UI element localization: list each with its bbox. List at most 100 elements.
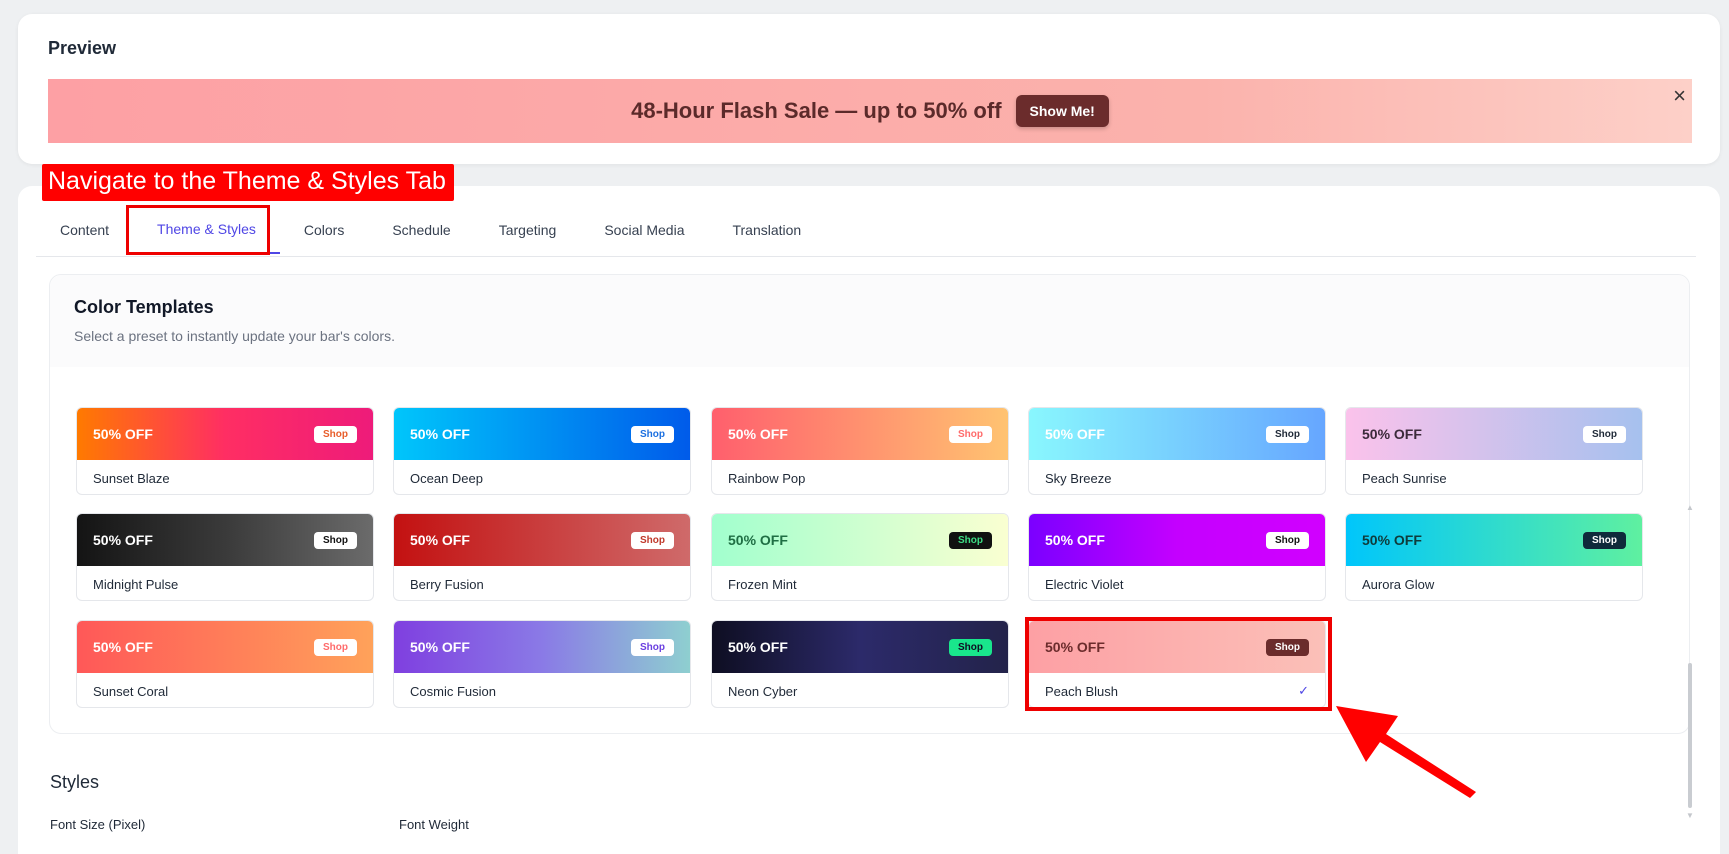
template-name-row: Neon Cyber xyxy=(712,673,1008,707)
template-name-row: Cosmic Fusion xyxy=(394,673,690,707)
template-badge-text: 50% OFF xyxy=(93,532,153,548)
tab-translation[interactable]: Translation xyxy=(708,206,825,254)
tab-divider xyxy=(36,256,1696,257)
template-swatch: 50% OFF Shop xyxy=(394,514,690,566)
template-name: Ocean Deep xyxy=(410,470,483,486)
template-swatch: 50% OFF Shop xyxy=(1346,408,1642,460)
template-card[interactable]: 50% OFF Shop Peach Sunrise xyxy=(1345,407,1643,495)
template-badge-text: 50% OFF xyxy=(1045,532,1105,548)
announcement-bar-preview: 48-Hour Flash Sale — up to 50% off Show … xyxy=(48,79,1692,143)
show-me-button[interactable]: Show Me! xyxy=(1015,95,1109,127)
template-swatch: 50% OFF Shop xyxy=(1029,408,1325,460)
template-name-row: Sunset Coral xyxy=(77,673,373,707)
scrollbar-thumb[interactable] xyxy=(1688,663,1692,808)
template-name-row: Ocean Deep xyxy=(394,460,690,494)
template-swatch: 50% OFF Shop xyxy=(1346,514,1642,566)
template-shop-button: Shop xyxy=(314,638,357,656)
tab-social-media[interactable]: Social Media xyxy=(580,206,708,254)
template-name: Electric Violet xyxy=(1045,576,1124,592)
template-name: Sky Breeze xyxy=(1045,470,1112,486)
template-badge-text: 50% OFF xyxy=(410,639,470,655)
announcement-text: 48-Hour Flash Sale — up to 50% off xyxy=(631,98,1002,123)
template-name: Sunset Blaze xyxy=(93,470,170,486)
template-badge-text: 50% OFF xyxy=(728,426,788,442)
template-swatch: 50% OFF Shop xyxy=(77,408,373,460)
template-name: Midnight Pulse xyxy=(93,576,179,592)
annotation-arrow-icon xyxy=(1336,706,1476,798)
template-shop-button: Shop xyxy=(631,531,674,549)
template-name: Peach Sunrise xyxy=(1362,470,1447,486)
annotation-label: Navigate to the Theme & Styles Tab xyxy=(42,164,454,201)
template-name-row: Peach Sunrise xyxy=(1346,460,1642,494)
font-weight-label: Font Weight xyxy=(399,817,469,832)
template-name: Sunset Coral xyxy=(93,683,169,699)
template-swatch: 50% OFF Shop xyxy=(394,621,690,673)
template-name-row: Aurora Glow xyxy=(1346,566,1642,600)
template-badge-text: 50% OFF xyxy=(728,639,788,655)
template-shop-button: Shop xyxy=(1266,531,1309,549)
styles-section-title: Styles xyxy=(50,772,100,792)
template-card[interactable]: 50% OFF Shop Aurora Glow xyxy=(1345,513,1643,601)
template-name-row: Rainbow Pop xyxy=(712,460,1008,494)
color-templates-subtitle: Select a preset to instantly update your… xyxy=(74,328,395,344)
template-shop-button: Shop xyxy=(314,425,357,443)
font-size-label: Font Size (Pixel) xyxy=(50,817,146,832)
template-card[interactable]: 50% OFF Shop Neon Cyber xyxy=(711,620,1009,708)
template-swatch: 50% OFF Shop xyxy=(712,514,1008,566)
annotation-highlight-tab xyxy=(126,205,270,255)
tab-schedule[interactable]: Schedule xyxy=(368,206,474,254)
close-icon[interactable]: × xyxy=(1673,83,1686,109)
template-shop-button: Shop xyxy=(631,425,674,443)
template-name: Frozen Mint xyxy=(728,576,797,592)
template-badge-text: 50% OFF xyxy=(410,426,470,442)
scroll-down-icon[interactable]: ▼ xyxy=(1686,811,1694,820)
template-badge-text: 50% OFF xyxy=(1362,426,1422,442)
template-shop-button: Shop xyxy=(949,638,992,656)
color-templates-header: Color Templates Select a preset to insta… xyxy=(50,275,1689,367)
template-swatch: 50% OFF Shop xyxy=(394,408,690,460)
template-badge-text: 50% OFF xyxy=(728,532,788,548)
template-card[interactable]: 50% OFF Shop Rainbow Pop xyxy=(711,407,1009,495)
template-swatch: 50% OFF Shop xyxy=(77,514,373,566)
template-card[interactable]: 50% OFF Shop Cosmic Fusion xyxy=(393,620,691,708)
tab-content[interactable]: Content xyxy=(36,206,133,254)
template-name-row: Berry Fusion xyxy=(394,566,690,600)
preview-card: Preview 48-Hour Flash Sale — up to 50% o… xyxy=(18,14,1720,164)
template-shop-button: Shop xyxy=(1583,531,1626,549)
templates-scrollbar[interactable]: ▲ ▼ xyxy=(1686,503,1694,820)
preview-title: Preview xyxy=(48,38,117,58)
tab-colors[interactable]: Colors xyxy=(280,206,368,254)
template-card[interactable]: 50% OFF Shop Berry Fusion xyxy=(393,513,691,601)
template-shop-button: Shop xyxy=(314,531,357,549)
template-name-row: Sunset Blaze xyxy=(77,460,373,494)
template-name-row: Electric Violet xyxy=(1029,566,1325,600)
scroll-up-icon[interactable]: ▲ xyxy=(1686,503,1694,512)
template-card[interactable]: 50% OFF Shop Midnight Pulse xyxy=(76,513,374,601)
template-shop-button: Shop xyxy=(949,531,992,549)
template-name: Neon Cyber xyxy=(728,683,798,699)
template-card[interactable]: 50% OFF Shop Electric Violet xyxy=(1028,513,1326,601)
tab-targeting[interactable]: Targeting xyxy=(475,206,581,254)
template-name: Berry Fusion xyxy=(410,576,484,592)
template-card[interactable]: 50% OFF Shop Frozen Mint xyxy=(711,513,1009,601)
template-badge-text: 50% OFF xyxy=(93,426,153,442)
template-name-row: Midnight Pulse xyxy=(77,566,373,600)
template-name: Cosmic Fusion xyxy=(410,683,496,699)
template-badge-text: 50% OFF xyxy=(1045,426,1105,442)
template-name: Rainbow Pop xyxy=(728,470,806,486)
color-templates-title: Color Templates xyxy=(74,297,214,317)
template-card[interactable]: 50% OFF Shop Ocean Deep xyxy=(393,407,691,495)
template-swatch: 50% OFF Shop xyxy=(77,621,373,673)
template-badge-text: 50% OFF xyxy=(1362,532,1422,548)
template-card[interactable]: 50% OFF Shop Sky Breeze xyxy=(1028,407,1326,495)
template-badge-text: 50% OFF xyxy=(93,639,153,655)
template-card[interactable]: 50% OFF Shop Sunset Coral xyxy=(76,620,374,708)
template-swatch: 50% OFF Shop xyxy=(712,621,1008,673)
template-shop-button: Shop xyxy=(949,425,992,443)
template-name-row: Sky Breeze xyxy=(1029,460,1325,494)
template-shop-button: Shop xyxy=(1583,425,1626,443)
template-name: Aurora Glow xyxy=(1362,576,1435,592)
template-card[interactable]: 50% OFF Shop Sunset Blaze xyxy=(76,407,374,495)
annotation-highlight-template xyxy=(1025,617,1332,711)
template-shop-button: Shop xyxy=(1266,425,1309,443)
